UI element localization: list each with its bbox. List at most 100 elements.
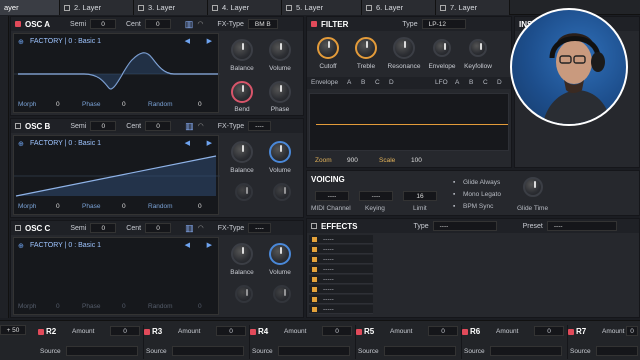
tab-layer-7[interactable]: 7. Layer (436, 0, 510, 15)
semi-field[interactable]: 0 (90, 223, 117, 233)
prev-arrow-icon[interactable]: ◀ (185, 241, 190, 249)
effect-slot[interactable]: ----- (309, 245, 373, 254)
phase-knob[interactable] (269, 81, 291, 103)
tab-layer-6[interactable]: 6. Layer (362, 0, 436, 15)
glide-time-knob[interactable] (523, 177, 543, 197)
random-value[interactable]: 0 (198, 101, 202, 108)
wavetable-preset[interactable]: FACTORY | 0 : Basic 1 (30, 140, 101, 147)
morph-value[interactable]: 0 (56, 303, 60, 310)
balance-knob[interactable] (231, 141, 253, 163)
lfo-tab-d[interactable]: D (497, 79, 502, 86)
next-arrow-icon[interactable]: ▶ (207, 241, 212, 249)
mod-enable-icon[interactable] (462, 329, 468, 335)
phase-knob[interactable] (273, 183, 291, 201)
effects-preset-field[interactable]: ---- (546, 221, 617, 231)
keyfollow-knob[interactable] (469, 39, 487, 57)
filter-curve-display[interactable] (309, 93, 509, 151)
semi-field[interactable]: 0 (90, 19, 116, 29)
next-arrow-icon[interactable]: ▶ (207, 37, 212, 45)
mod-enable-icon[interactable] (250, 329, 256, 335)
osc-enable-icon[interactable] (15, 21, 21, 27)
effects-type-field[interactable]: ---- (432, 221, 497, 231)
cent-field[interactable]: 0 (145, 223, 172, 233)
wavetable-display[interactable]: ⊕ FACTORY | 0 : Basic 1 ◀ ▶ Morph 0 Phas… (13, 33, 220, 113)
volume-knob[interactable] (269, 39, 291, 61)
wave-icon[interactable]: ◠ (198, 122, 204, 130)
keying-field[interactable]: ---- (359, 191, 393, 201)
cent-field[interactable]: 0 (144, 19, 171, 29)
env-tab-a[interactable]: A (347, 79, 351, 86)
cutoff-knob[interactable] (317, 37, 339, 59)
mod-amount-field[interactable]: + 50 (0, 325, 26, 335)
effect-slot[interactable]: ----- (309, 265, 373, 274)
resonance-knob[interactable] (393, 37, 415, 59)
env-tab-d[interactable]: D (389, 79, 394, 86)
bpm-sync-checkbox[interactable]: ▪ (453, 203, 455, 210)
cent-field[interactable]: 0 (145, 121, 172, 131)
mono-legato-checkbox[interactable]: ▪ (453, 191, 455, 198)
scale-value[interactable]: 100 (411, 157, 422, 164)
effects-enable-icon[interactable] (311, 223, 317, 229)
envelope-knob[interactable] (433, 39, 451, 57)
phase-value[interactable]: 0 (122, 203, 126, 210)
phase-knob[interactable] (273, 285, 291, 303)
amount-field[interactable]: 0 (322, 326, 352, 336)
glide-always-checkbox[interactable]: ▪ (453, 179, 455, 186)
volume-knob[interactable] (269, 141, 291, 163)
mod-enable-icon[interactable] (38, 329, 44, 335)
osc-enable-icon[interactable] (15, 225, 21, 231)
tab-layer-5[interactable]: 5. Layer (282, 0, 362, 15)
semi-field[interactable]: 0 (90, 121, 117, 131)
lfo-tab-c[interactable]: C (483, 79, 488, 86)
env-tab-b[interactable]: B (361, 79, 365, 86)
bend-knob[interactable] (231, 81, 253, 103)
source-field[interactable] (66, 346, 138, 356)
lfo-tab-a[interactable]: A (455, 79, 459, 86)
morph-value[interactable]: 0 (56, 101, 60, 108)
random-value[interactable]: 0 (198, 303, 202, 310)
bend-knob[interactable] (235, 183, 253, 201)
filter-enable-icon[interactable] (311, 21, 317, 27)
amount-field[interactable]: 0 (428, 326, 458, 336)
tab-layer-2[interactable]: 2. Layer (60, 0, 134, 15)
wavetable-display[interactable]: ⊕ FACTORY | 0 : Basic 1 ◀ ▶ Morph 0 Phas… (13, 135, 220, 215)
fx-type-field[interactable]: BM B (247, 19, 278, 29)
osc-enable-icon[interactable] (15, 123, 21, 129)
lfo-tab-b[interactable]: B (469, 79, 473, 86)
amount-field[interactable]: 0 (110, 326, 140, 336)
zoom-value[interactable]: 900 (347, 157, 358, 164)
source-field[interactable] (384, 346, 456, 356)
fx-type-field[interactable]: ---- (248, 223, 271, 233)
effect-slot[interactable]: ----- (309, 255, 373, 264)
source-field[interactable] (278, 346, 350, 356)
keyboard-icon[interactable]: ▥ (185, 19, 194, 30)
treble-knob[interactable] (355, 37, 377, 59)
effect-slot[interactable]: ----- (309, 305, 373, 314)
balance-knob[interactable] (231, 39, 253, 61)
balance-knob[interactable] (231, 243, 253, 265)
next-arrow-icon[interactable]: ▶ (207, 139, 212, 147)
random-value[interactable]: 0 (198, 203, 202, 210)
effect-slot[interactable]: ----- (309, 275, 373, 284)
bend-knob[interactable] (235, 285, 253, 303)
tab-layer-1[interactable]: ayer (0, 0, 60, 15)
fx-type-field[interactable]: ---- (248, 121, 271, 131)
phase-value[interactable]: 0 (122, 101, 126, 108)
tab-layer-4[interactable]: 4. Layer (208, 0, 282, 15)
amount-field[interactable]: 0 (626, 326, 638, 336)
mod-enable-icon[interactable] (144, 329, 150, 335)
amount-field[interactable]: 0 (216, 326, 246, 336)
wave-icon[interactable]: ◠ (197, 20, 203, 28)
keyboard-icon[interactable]: ▥ (185, 223, 194, 234)
wavetable-preset[interactable]: FACTORY | 0 : Basic 1 (30, 242, 101, 249)
filter-type-field[interactable]: LP-12 (421, 19, 466, 29)
wavetable-preset[interactable]: FACTORY | 0 : Basic 1 (30, 38, 101, 45)
env-tab-c[interactable]: C (375, 79, 380, 86)
mod-enable-icon[interactable] (568, 329, 574, 335)
prev-arrow-icon[interactable]: ◀ (185, 37, 190, 45)
source-field[interactable] (596, 346, 638, 356)
keyboard-icon[interactable]: ▥ (185, 121, 194, 132)
amount-field[interactable]: 0 (534, 326, 564, 336)
morph-value[interactable]: 0 (56, 203, 60, 210)
prev-arrow-icon[interactable]: ◀ (185, 139, 190, 147)
